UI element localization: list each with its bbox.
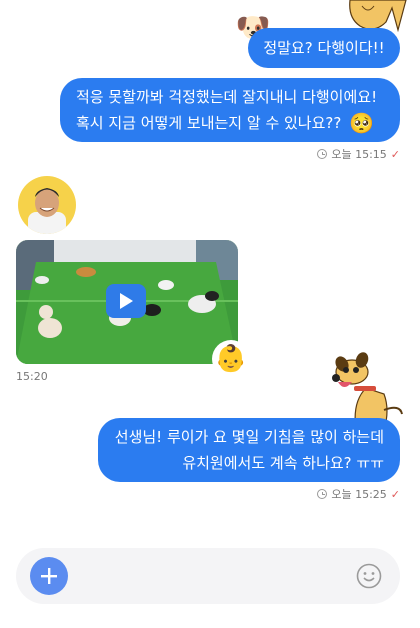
message-input-bar[interactable] (16, 548, 400, 604)
message-line: 적응 못할까봐 걱정했는데 잘지내니 다행이에요! (76, 88, 378, 106)
plus-icon (41, 568, 57, 584)
message-meta: 오늘 15:15 ✓ (317, 146, 400, 162)
clock-icon (317, 149, 328, 159)
play-icon (120, 293, 133, 309)
message-text: 정말요? 다행이다!! (263, 39, 385, 57)
emoji-icon (356, 563, 382, 589)
check-icon: ✓ (390, 147, 400, 161)
attach-button[interactable] (30, 557, 68, 595)
teacher-avatar[interactable] (18, 176, 76, 234)
message-meta: 15:20 (16, 370, 48, 383)
message-time: 오늘 15:25 (331, 488, 387, 501)
video-thumbnail[interactable] (16, 240, 238, 364)
pleading-emoji: 🥺 (349, 111, 375, 135)
message-line: 혹시 지금 어떻게 보내는지 알 수 있나요?? (76, 114, 342, 132)
clock-icon (317, 489, 328, 499)
message-time: 15:20 (16, 370, 48, 383)
message-meta: 오늘 15:25 ✓ (317, 486, 400, 502)
person-icon (28, 188, 66, 234)
message-bubble-outgoing[interactable]: 선생님! 루이가 요 몇일 기침을 많이 하는데 유치원에서도 계속 하나요? … (98, 418, 400, 482)
play-button[interactable] (106, 284, 146, 318)
message-bubble-outgoing[interactable]: 적응 못할까봐 걱정했는데 잘지내니 다행이에요! 혹시 지금 어떻게 보내는지… (60, 78, 400, 142)
emoji-button[interactable] (356, 563, 382, 589)
message-line: 유치원에서도 계속 하나요? ㅠㅠ (182, 454, 384, 472)
message-line: 선생님! 루이가 요 몇일 기침을 많이 하는데 (114, 428, 384, 446)
baby-avatar: 👶 (212, 340, 250, 378)
check-icon: ✓ (390, 487, 400, 501)
message-time: 오늘 15:15 (331, 148, 387, 161)
message-bubble-outgoing[interactable]: 정말요? 다행이다!! (248, 28, 400, 68)
